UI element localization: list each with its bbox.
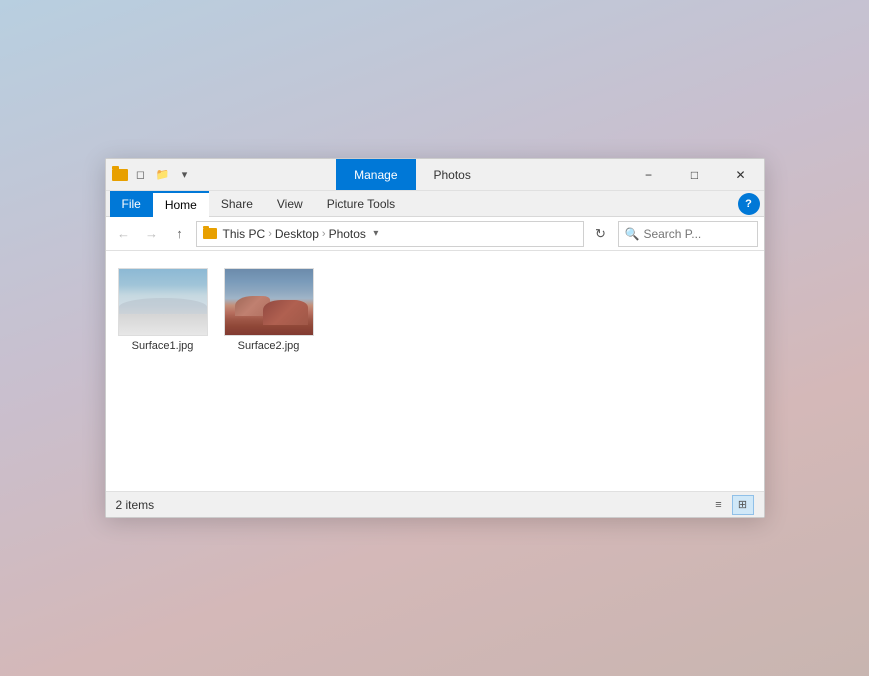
path-desktop: Desktop <box>275 227 319 241</box>
title-bar-controls: − □ ✕ <box>626 159 764 190</box>
file-item-surface2[interactable]: Surface2.jpg <box>224 263 314 357</box>
forward-button[interactable]: → <box>140 222 164 246</box>
path-sep-1: › <box>268 228 272 240</box>
tab-picture-tools[interactable]: Picture Tools <box>315 191 407 217</box>
path-chevron-button[interactable]: ▾ <box>366 221 386 247</box>
file-area: Surface1.jpg Surface2.jpg <box>106 251 764 491</box>
search-box[interactable]: 🔍 <box>618 221 758 247</box>
path-folder-icon <box>203 228 217 239</box>
path-sep-2: › <box>322 228 326 240</box>
search-icon: 🔍 <box>625 227 640 241</box>
qa-down-button[interactable]: ▾ <box>176 166 194 184</box>
photos-title: Photos <box>416 159 489 190</box>
title-bar: ◻ 📁 ▾ Manage Photos − □ ✕ <box>106 159 764 191</box>
title-tabs: Manage Photos <box>336 159 489 190</box>
file-item-surface1[interactable]: Surface1.jpg <box>118 263 208 357</box>
thumbnail-surface1 <box>119 268 207 336</box>
thumbnail-surface2 <box>225 268 313 336</box>
path-photos: Photos <box>329 227 366 241</box>
tab-share[interactable]: Share <box>209 191 265 217</box>
ribbon-tabs: File Home Share View Picture Tools ? <box>106 191 764 217</box>
refresh-button[interactable]: ↻ <box>588 221 614 247</box>
large-icons-view-button[interactable]: ⊞ <box>732 495 754 515</box>
status-bar: 2 items ≡ ⊞ <box>106 491 764 517</box>
address-path[interactable]: This PC › Desktop › Photos ▾ <box>196 221 584 247</box>
details-view-button[interactable]: ≡ <box>708 495 730 515</box>
manage-tab[interactable]: Manage <box>336 159 415 190</box>
tab-view[interactable]: View <box>265 191 315 217</box>
path-this-pc: This PC <box>223 227 266 241</box>
up-button[interactable]: ↑ <box>168 222 192 246</box>
tab-file[interactable]: File <box>110 191 153 217</box>
maximize-button[interactable]: □ <box>672 159 718 191</box>
file-thumb-surface2 <box>224 268 314 336</box>
properties-button[interactable]: ◻ <box>132 166 150 184</box>
view-buttons: ≡ ⊞ <box>708 495 754 515</box>
help-button[interactable]: ? <box>738 193 760 215</box>
new-folder-button[interactable]: 📁 <box>154 166 172 184</box>
title-bar-center: Manage Photos <box>200 159 626 190</box>
tab-home[interactable]: Home <box>153 191 209 217</box>
status-item-count: 2 items <box>116 498 708 512</box>
file-label-surface1: Surface1.jpg <box>132 340 194 352</box>
file-thumb-surface1 <box>118 268 208 336</box>
explorer-window: ◻ 📁 ▾ Manage Photos − □ ✕ File Home Shar… <box>105 158 765 518</box>
title-bar-left: ◻ 📁 ▾ <box>106 159 200 190</box>
close-button[interactable]: ✕ <box>718 159 764 191</box>
folder-icon <box>112 169 128 181</box>
file-label-surface2: Surface2.jpg <box>238 340 300 352</box>
address-bar: ← → ↑ This PC › Desktop › Photos ▾ ↻ 🔍 <box>106 217 764 251</box>
minimize-button[interactable]: − <box>626 159 672 191</box>
back-button[interactable]: ← <box>112 222 136 246</box>
search-input[interactable] <box>643 227 750 241</box>
